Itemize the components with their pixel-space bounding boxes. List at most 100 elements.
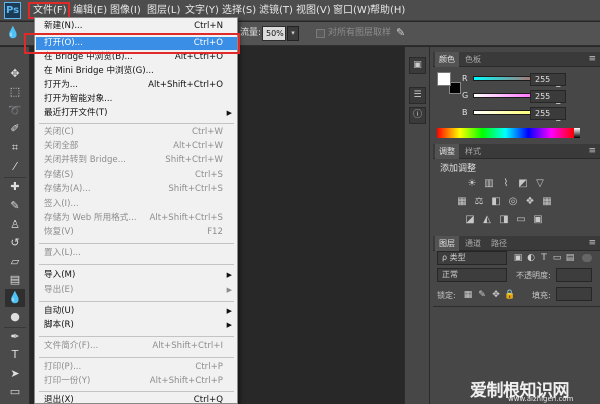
pen-tool-icon[interactable]: ✒: [5, 328, 25, 346]
panel-menu-icon[interactable]: ≡: [588, 54, 596, 64]
info-panel-icon[interactable]: ⓘ: [409, 107, 426, 124]
menu-item-open-as-smart-object[interactable]: 打开为智能对象...: [36, 93, 237, 106]
menu-item-save-for-web[interactable]: 存储为 Web 所用格式... Alt+Shift+Ctrl+S: [36, 212, 237, 225]
menu-item-browse-in-mini-bridge[interactable]: 在 Mini Bridge 中浏览(G)...: [36, 65, 237, 78]
menu-filter[interactable]: 滤镜(T): [256, 0, 296, 21]
tab-styles[interactable]: 样式: [461, 144, 485, 159]
move-tool-icon[interactable]: ✥: [5, 65, 25, 83]
menu-item-print-one-copy[interactable]: 打印一份(Y) Alt+Shift+Ctrl+P: [36, 375, 237, 388]
tab-layers[interactable]: 图层: [435, 236, 459, 251]
panel-menu-icon[interactable]: ≡: [588, 238, 596, 248]
black-white-ramp[interactable]: [574, 128, 580, 138]
submenu-arrow-icon: ▶: [226, 271, 232, 279]
blur-tool-icon[interactable]: 💧: [5, 289, 25, 307]
tab-swatches[interactable]: 色板: [461, 52, 485, 67]
menu-item-new[interactable]: 新建(N)... Ctrl+N: [36, 20, 237, 33]
pressure-pen-icon[interactable]: ✎: [396, 25, 410, 41]
filter-shape-icon[interactable]: ▭: [551, 252, 563, 264]
tab-adjustments[interactable]: 调整: [435, 144, 459, 159]
flow-dropdown-button[interactable]: ▾: [287, 26, 299, 41]
filter-adjustment-icon[interactable]: ◐: [525, 252, 537, 264]
menu-item-scripts[interactable]: 脚本(R) ▶: [36, 319, 237, 332]
lock-transparent-icon[interactable]: ▦: [462, 289, 474, 301]
blend-mode-select[interactable]: 正常: [437, 268, 507, 282]
filter-type-icon[interactable]: T: [538, 252, 550, 264]
menu-item-open-recent[interactable]: 最近打开文件(T) ▶: [36, 107, 237, 120]
menu-help[interactable]: 帮助(H): [367, 0, 408, 21]
history-brush-tool-icon[interactable]: ↺: [5, 234, 25, 252]
invert-icon[interactable]: ◪: [463, 214, 477, 226]
color-balance-icon[interactable]: ⚖: [472, 196, 486, 208]
color-lookup-icon[interactable]: ▦: [540, 196, 554, 208]
blur-tool-preset-icon[interactable]: 💧: [6, 25, 20, 41]
menu-item-place[interactable]: 置入(L)...: [36, 247, 237, 260]
lock-label: 锁定:: [437, 291, 456, 300]
hue-saturation-icon[interactable]: ▦: [455, 196, 469, 208]
lock-image-icon[interactable]: ✎: [476, 289, 488, 301]
threshold-icon[interactable]: ◨: [497, 214, 511, 226]
menu-item-automate[interactable]: 自动(U) ▶: [36, 305, 237, 318]
channel-mixer-icon[interactable]: ❖: [523, 196, 537, 208]
color-spectrum-bar[interactable]: [437, 128, 574, 138]
flow-input[interactable]: 50%: [262, 26, 286, 41]
menu-item-print[interactable]: 打印(P)... Ctrl+P: [36, 361, 237, 374]
menu-item-import[interactable]: 导入(M) ▶: [36, 269, 237, 282]
tab-color[interactable]: 颜色: [435, 52, 459, 67]
menu-item-close-all[interactable]: 关闭全部 Alt+Ctrl+W: [36, 140, 237, 153]
history-panel-icon[interactable]: ▣: [409, 57, 426, 74]
clone-stamp-tool-icon[interactable]: ♙: [5, 216, 25, 234]
panel-menu-icon[interactable]: ≡: [588, 146, 596, 156]
curves-icon[interactable]: ⌇: [499, 178, 513, 190]
selective-color-icon[interactable]: ▣: [531, 214, 545, 226]
layer-filter-kind-select[interactable]: ρ 类型: [437, 251, 507, 265]
path-selection-tool-icon[interactable]: ➤: [5, 365, 25, 383]
healing-brush-tool-icon[interactable]: ✚: [5, 178, 25, 196]
filter-toggle-switch[interactable]: [582, 254, 592, 262]
menu-item-revert[interactable]: 恢复(V) F12: [36, 226, 237, 239]
dodge-tool-icon[interactable]: ●: [5, 308, 25, 326]
tab-channels[interactable]: 通道: [461, 236, 485, 251]
brush-tool-icon[interactable]: ✎: [5, 197, 25, 215]
lock-position-icon[interactable]: ✥: [490, 289, 502, 301]
menu-item-exit[interactable]: 退出(X) Ctrl+Q: [36, 394, 237, 404]
black-white-icon[interactable]: ◧: [489, 196, 503, 208]
menu-item-check-in[interactable]: 签入(I)...: [36, 198, 237, 211]
menu-item-close-and-go-to-bridge[interactable]: 关闭并转到 Bridge... Shift+Ctrl+W: [36, 154, 237, 167]
crop-tool-icon[interactable]: ⌗: [5, 139, 25, 157]
properties-panel-icon[interactable]: ☰: [409, 87, 426, 104]
lock-all-icon[interactable]: 🔒: [504, 289, 516, 301]
rectangle-tool-icon[interactable]: ▭: [5, 383, 25, 401]
gradient-map-icon[interactable]: ▭: [514, 214, 528, 226]
filter-smart-object-icon[interactable]: ▤: [564, 252, 576, 264]
lasso-tool-icon[interactable]: ➰: [5, 102, 25, 120]
red-value-input[interactable]: 255: [530, 73, 566, 86]
menu-item-close[interactable]: 关闭(C) Ctrl+W: [36, 126, 237, 139]
gradient-tool-icon[interactable]: ▤: [5, 271, 25, 289]
menu-item-open-as[interactable]: 打开为... Alt+Shift+Ctrl+O: [36, 79, 237, 92]
levels-icon[interactable]: ▥: [482, 178, 496, 190]
sample-all-layers-checkbox[interactable]: [316, 29, 325, 38]
tab-paths[interactable]: 路径: [487, 236, 511, 251]
adjustments-panel-tabs: 调整 样式 ≡: [433, 144, 600, 159]
opacity-input[interactable]: [556, 268, 592, 282]
exposure-icon[interactable]: ◩: [516, 178, 530, 190]
filter-pixel-icon[interactable]: ▣: [512, 252, 524, 264]
posterize-icon[interactable]: ◭: [480, 214, 494, 226]
menu-item-save[interactable]: 存储(S) Ctrl+S: [36, 169, 237, 182]
eyedropper-tool-icon[interactable]: ⁄: [5, 158, 25, 176]
fill-input[interactable]: [556, 287, 592, 301]
green-value-input[interactable]: 255: [530, 90, 566, 103]
menu-item-file-info[interactable]: 文件简介(F)... Alt+Shift+Ctrl+I: [36, 340, 237, 353]
blue-value-input[interactable]: 255: [530, 107, 566, 120]
marquee-tool-icon[interactable]: ⬚: [5, 83, 25, 101]
eraser-tool-icon[interactable]: ▱: [5, 253, 25, 271]
foreground-color-swatch[interactable]: [437, 72, 451, 86]
menu-view[interactable]: 视图(V): [293, 0, 334, 21]
menu-item-export[interactable]: 导出(E) ▶: [36, 284, 237, 297]
photo-filter-icon[interactable]: ◎: [506, 196, 520, 208]
quick-select-tool-icon[interactable]: ✐: [5, 120, 25, 138]
vibrance-icon[interactable]: ▽: [533, 178, 547, 190]
type-tool-icon[interactable]: T: [5, 346, 25, 364]
menu-item-save-as[interactable]: 存储为(A)... Shift+Ctrl+S: [36, 183, 237, 196]
brightness-contrast-icon[interactable]: ☀: [465, 178, 479, 190]
